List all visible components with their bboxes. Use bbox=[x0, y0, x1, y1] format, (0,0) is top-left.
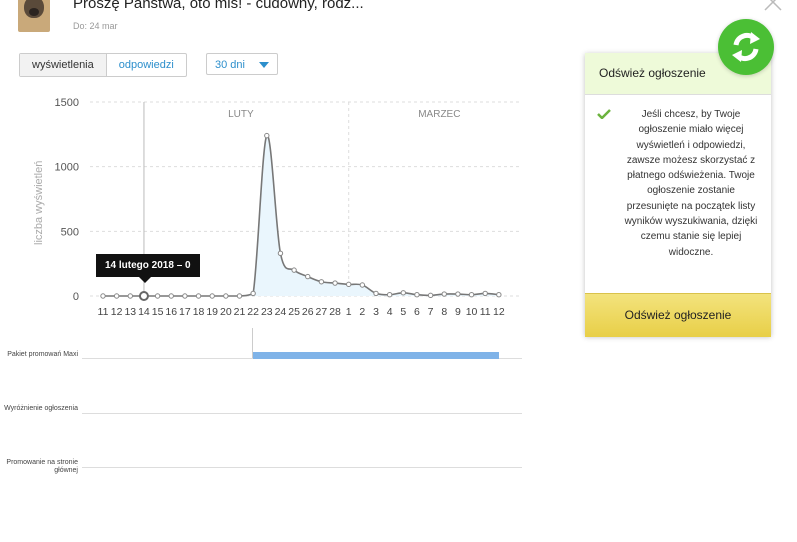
x-tick-label: 25 bbox=[288, 306, 300, 318]
check-icon bbox=[597, 109, 611, 119]
x-tick-label: 9 bbox=[455, 306, 461, 318]
data-point[interactable] bbox=[195, 293, 202, 299]
x-tick-label: 23 bbox=[261, 306, 273, 318]
data-point[interactable] bbox=[482, 290, 488, 297]
data-point[interactable] bbox=[100, 293, 106, 299]
x-tick-label: 20 bbox=[220, 306, 232, 318]
data-point[interactable] bbox=[496, 292, 502, 298]
data-point[interactable] bbox=[223, 293, 229, 299]
x-tick-label: 12 bbox=[493, 306, 505, 318]
x-tick-label: 17 bbox=[179, 306, 191, 318]
x-tick-label: 11 bbox=[98, 306, 109, 318]
x-tick-label: 18 bbox=[193, 306, 205, 318]
chart-tooltip: 14 lutego 2018 – 0 bbox=[96, 254, 200, 283]
refresh-button[interactable]: Odśwież ogłoszenie bbox=[585, 293, 771, 337]
close-icon[interactable] bbox=[763, 0, 783, 12]
x-tick-label: 24 bbox=[275, 306, 287, 318]
x-tick-label: 28 bbox=[329, 306, 341, 318]
y-tick-label: 1500 bbox=[55, 97, 79, 109]
x-tick-label: 3 bbox=[373, 306, 379, 318]
data-point[interactable] bbox=[264, 132, 270, 139]
data-point[interactable] bbox=[332, 280, 338, 286]
y-tick-label: 0 bbox=[73, 291, 79, 303]
data-point[interactable] bbox=[277, 250, 284, 257]
data-point[interactable] bbox=[209, 293, 215, 299]
promo-row-homepage bbox=[82, 467, 522, 468]
data-point[interactable] bbox=[441, 291, 447, 297]
data-point[interactable] bbox=[373, 290, 379, 297]
data-point[interactable] bbox=[291, 267, 297, 273]
views-chart: 050010001500 LUTY MARZEC 11 12 13 14 15 16 17 18… bbox=[55, 97, 520, 318]
data-point[interactable] bbox=[400, 290, 406, 296]
tab-replies[interactable]: odpowiedzi bbox=[107, 54, 186, 76]
promo-bar-maxi[interactable] bbox=[253, 352, 499, 359]
data-point[interactable] bbox=[113, 293, 120, 299]
x-tick-label: 5 bbox=[400, 306, 406, 318]
listing-thumbnail[interactable] bbox=[18, 0, 50, 32]
promo-label-homepage: Promowanie na stronie głównej bbox=[6, 459, 78, 474]
data-point[interactable] bbox=[414, 292, 420, 298]
chevron-down-icon bbox=[259, 62, 269, 68]
listing-expiry: Do: 24 mar bbox=[73, 21, 118, 31]
refresh-badge[interactable] bbox=[718, 19, 774, 75]
period-select[interactable]: 30 dni bbox=[206, 53, 278, 75]
x-tick-label: 15 bbox=[152, 306, 164, 318]
data-point[interactable] bbox=[427, 292, 434, 299]
data-point[interactable] bbox=[455, 291, 461, 297]
x-tick-label: 7 bbox=[428, 306, 434, 318]
promo-label-maxi: Pakiet promowań Maxi bbox=[7, 351, 78, 358]
x-tick-label: 19 bbox=[206, 306, 218, 318]
refresh-panel-text: Jeśli chcesz, by Twoje ogłoszenie miało … bbox=[624, 109, 758, 258]
x-tick-label: 4 bbox=[387, 306, 393, 318]
data-point[interactable] bbox=[127, 293, 134, 299]
data-point[interactable] bbox=[182, 293, 188, 299]
data-point[interactable] bbox=[154, 293, 161, 299]
x-tick-label: 12 bbox=[111, 306, 123, 318]
period-select-value: 30 dni bbox=[215, 59, 245, 71]
tab-views[interactable]: wyświetlenia bbox=[20, 54, 107, 76]
metric-tabs: wyświetlenia odpowiedzi bbox=[19, 53, 187, 77]
data-point[interactable] bbox=[468, 292, 475, 298]
x-tick-label: 14 bbox=[138, 306, 150, 318]
refresh-icon bbox=[732, 32, 760, 62]
data-point[interactable] bbox=[250, 290, 256, 297]
data-point[interactable] bbox=[346, 281, 352, 288]
x-tick-label: 2 bbox=[359, 306, 365, 318]
y-tick-label: 500 bbox=[61, 226, 79, 238]
data-point[interactable] bbox=[168, 293, 174, 299]
x-tick-label: 21 bbox=[234, 306, 246, 318]
x-tick-label: 1 bbox=[346, 306, 352, 318]
highlighted-point[interactable] bbox=[138, 291, 149, 301]
data-point[interactable] bbox=[318, 279, 325, 285]
promo-label-highlight: Wyróżnienie ogłoszenia bbox=[4, 405, 78, 412]
x-tick-label: 11 bbox=[480, 306, 491, 318]
data-point[interactable] bbox=[359, 282, 366, 288]
month-label: LUTY bbox=[228, 109, 254, 120]
data-point[interactable] bbox=[305, 273, 311, 280]
x-tick-label: 27 bbox=[316, 306, 328, 318]
x-tick-label: 8 bbox=[441, 306, 447, 318]
promo-row-highlight bbox=[82, 413, 522, 414]
y-tick-label: 1000 bbox=[55, 162, 79, 174]
data-point[interactable] bbox=[236, 293, 243, 299]
x-tick-label: 22 bbox=[247, 306, 259, 318]
data-point[interactable] bbox=[386, 292, 393, 298]
listing-title[interactable]: Proszę Państwa, oto miś! - cudowny, rodz… bbox=[73, 0, 364, 12]
x-tick-label: 6 bbox=[414, 306, 420, 318]
month-label: MARZEC bbox=[418, 109, 460, 120]
x-tick-label: 16 bbox=[165, 306, 177, 318]
x-tick-label: 13 bbox=[124, 306, 136, 318]
refresh-panel: Odśwież ogłoszenie Jeśli chcesz, by Twoj… bbox=[585, 53, 771, 337]
x-tick-label: 26 bbox=[302, 306, 314, 318]
x-tick-label: 10 bbox=[466, 306, 478, 318]
